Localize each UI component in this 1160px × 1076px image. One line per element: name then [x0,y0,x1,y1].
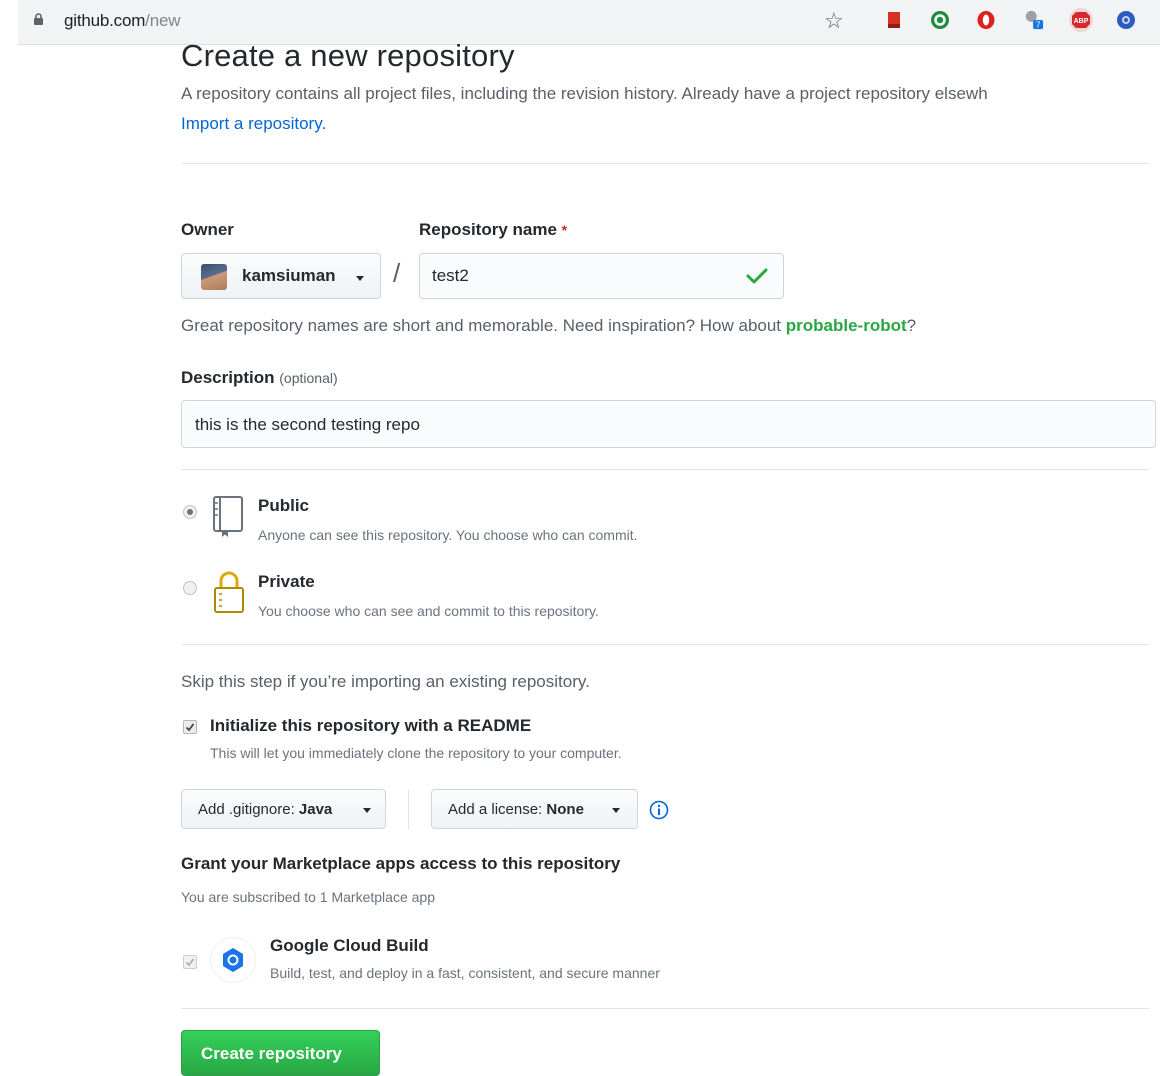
owner-name: kamsiuman [242,266,336,285]
license-value: None [546,801,584,818]
info-icon[interactable] [649,800,669,820]
app-description: Build, test, and deploy in a fast, consi… [270,965,660,981]
skip-step-note: Skip this step if you’re importing an ex… [181,672,590,691]
description-value: this is the second testing repo [195,415,420,434]
lock-icon [214,571,244,613]
repo-book-icon [213,496,243,537]
repo-name-hint: Great repository names are short and mem… [181,316,916,336]
page-description: A repository contains all project files,… [181,84,988,103]
public-title: Public [258,496,310,515]
repo-name-value: test2 [432,266,469,285]
private-note: You choose who can see and commit to thi… [258,603,599,619]
required-mark: * [561,222,568,238]
google-cloud-build-checkbox[interactable] [183,955,197,969]
license-prefix: Add a license: [448,801,543,818]
readme-label[interactable]: Initialize this repository with a README [210,716,531,736]
url-path: /new [145,11,181,30]
hint-suffix: ? [906,316,917,335]
divider [408,789,409,829]
owner-select[interactable]: kamsiuman [181,253,381,299]
divider [181,644,1149,645]
hint-prefix: Great repository names are short and mem… [181,316,786,335]
google-cloud-build-logo [211,938,255,982]
chevron-down-icon [363,808,371,813]
app-name: Google Cloud Build [270,936,429,955]
license-select[interactable]: Add a license: None [431,789,638,829]
readme-checkbox[interactable] [183,720,197,734]
gitignore-prefix: Add .gitignore: [198,801,295,818]
address-bar[interactable]: github.com/new [64,11,180,31]
lock-icon [34,13,43,25]
chevron-down-icon [612,808,620,813]
create-repository-button[interactable]: Create repository [181,1030,380,1076]
repo-name-label: Repository name * [419,220,567,240]
chevron-down-icon [356,276,364,281]
repo-name-input[interactable]: test2 [419,253,784,299]
divider [181,1008,1149,1009]
check-icon [746,268,768,284]
name-suggestion[interactable]: probable-robot [786,316,907,335]
repo-name-label-text: Repository name [419,220,557,239]
checkmark-icon [185,723,195,732]
checkmark-icon [185,958,195,967]
description-label-text: Description [181,368,275,387]
owner-repo-separator: / [393,258,401,288]
marketplace-title: Grant your Marketplace apps access to th… [181,854,621,873]
divider [181,469,1149,470]
private-radio[interactable] [183,581,197,595]
avatar [201,264,227,290]
url-host: github.com [64,11,146,30]
description-label: Description (optional) [181,368,338,388]
marketplace-note: You are subscribed to 1 Marketplace app [181,889,435,905]
page-title: Create a new repository [181,38,515,73]
public-note: Anyone can see this repository. You choo… [258,527,638,543]
cloud-build-icon [223,948,243,972]
gitignore-value: Java [298,801,333,818]
import-repository-link[interactable]: Import a repository. [181,114,326,134]
gitignore-select[interactable]: Add .gitignore: Java [181,789,386,829]
optional-note: (optional) [279,370,338,386]
readme-note: This will let you immediately clone the … [210,745,622,761]
create-repository-label: Create repository [201,1044,342,1063]
divider [181,163,1149,164]
public-radio[interactable] [183,505,197,519]
description-input[interactable]: this is the second testing repo [181,400,1156,448]
owner-label: Owner [181,220,234,239]
new-repo-form: Create a new repository A repository con… [181,0,1160,1076]
private-title: Private [258,572,315,591]
